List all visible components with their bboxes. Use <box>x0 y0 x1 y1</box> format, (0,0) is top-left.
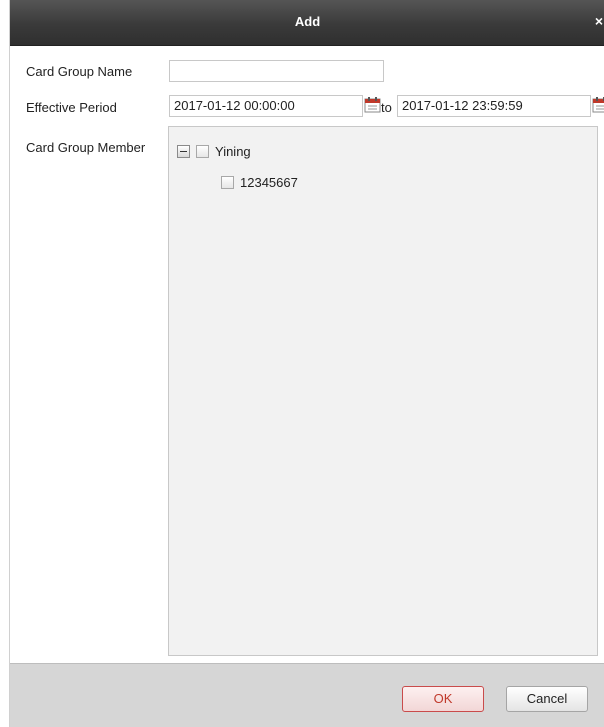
to-label: to <box>381 100 392 115</box>
cancel-button[interactable]: Cancel <box>506 686 588 712</box>
effective-period-label: Effective Period <box>26 100 117 115</box>
close-icon[interactable]: × <box>595 13 603 29</box>
tree-child-label: 12345667 <box>240 175 298 190</box>
card-group-name-input[interactable] <box>169 60 384 82</box>
tree-root-label: Yining <box>215 144 251 159</box>
tree-root-checkbox[interactable] <box>196 145 209 158</box>
tree-node-child[interactable]: 12345667 <box>221 175 298 190</box>
calendar-icon[interactable] <box>592 96 604 114</box>
calendar-icon[interactable] <box>364 96 382 114</box>
dialog-footer: OK Cancel <box>10 663 604 727</box>
dialog-titlebar: Add × <box>10 0 604 46</box>
ok-button[interactable]: OK <box>402 686 484 712</box>
add-card-group-dialog: Add × Card Group Name Effective Period 2… <box>9 0 604 727</box>
card-group-name-label: Card Group Name <box>26 64 133 79</box>
dialog-title: Add <box>294 14 321 29</box>
minus-toggle-icon[interactable] <box>177 145 190 158</box>
tree-node-root[interactable]: Yining <box>177 144 251 159</box>
start-datetime-field[interactable]: 2017-01-12 00:00:00 <box>169 95 363 117</box>
tree-child-checkbox[interactable] <box>221 176 234 189</box>
end-datetime-field[interactable]: 2017-01-12 23:59:59 <box>397 95 591 117</box>
card-group-member-label: Card Group Member <box>26 140 146 155</box>
card-group-member-tree[interactable]: Yining 12345667 <box>168 126 598 656</box>
